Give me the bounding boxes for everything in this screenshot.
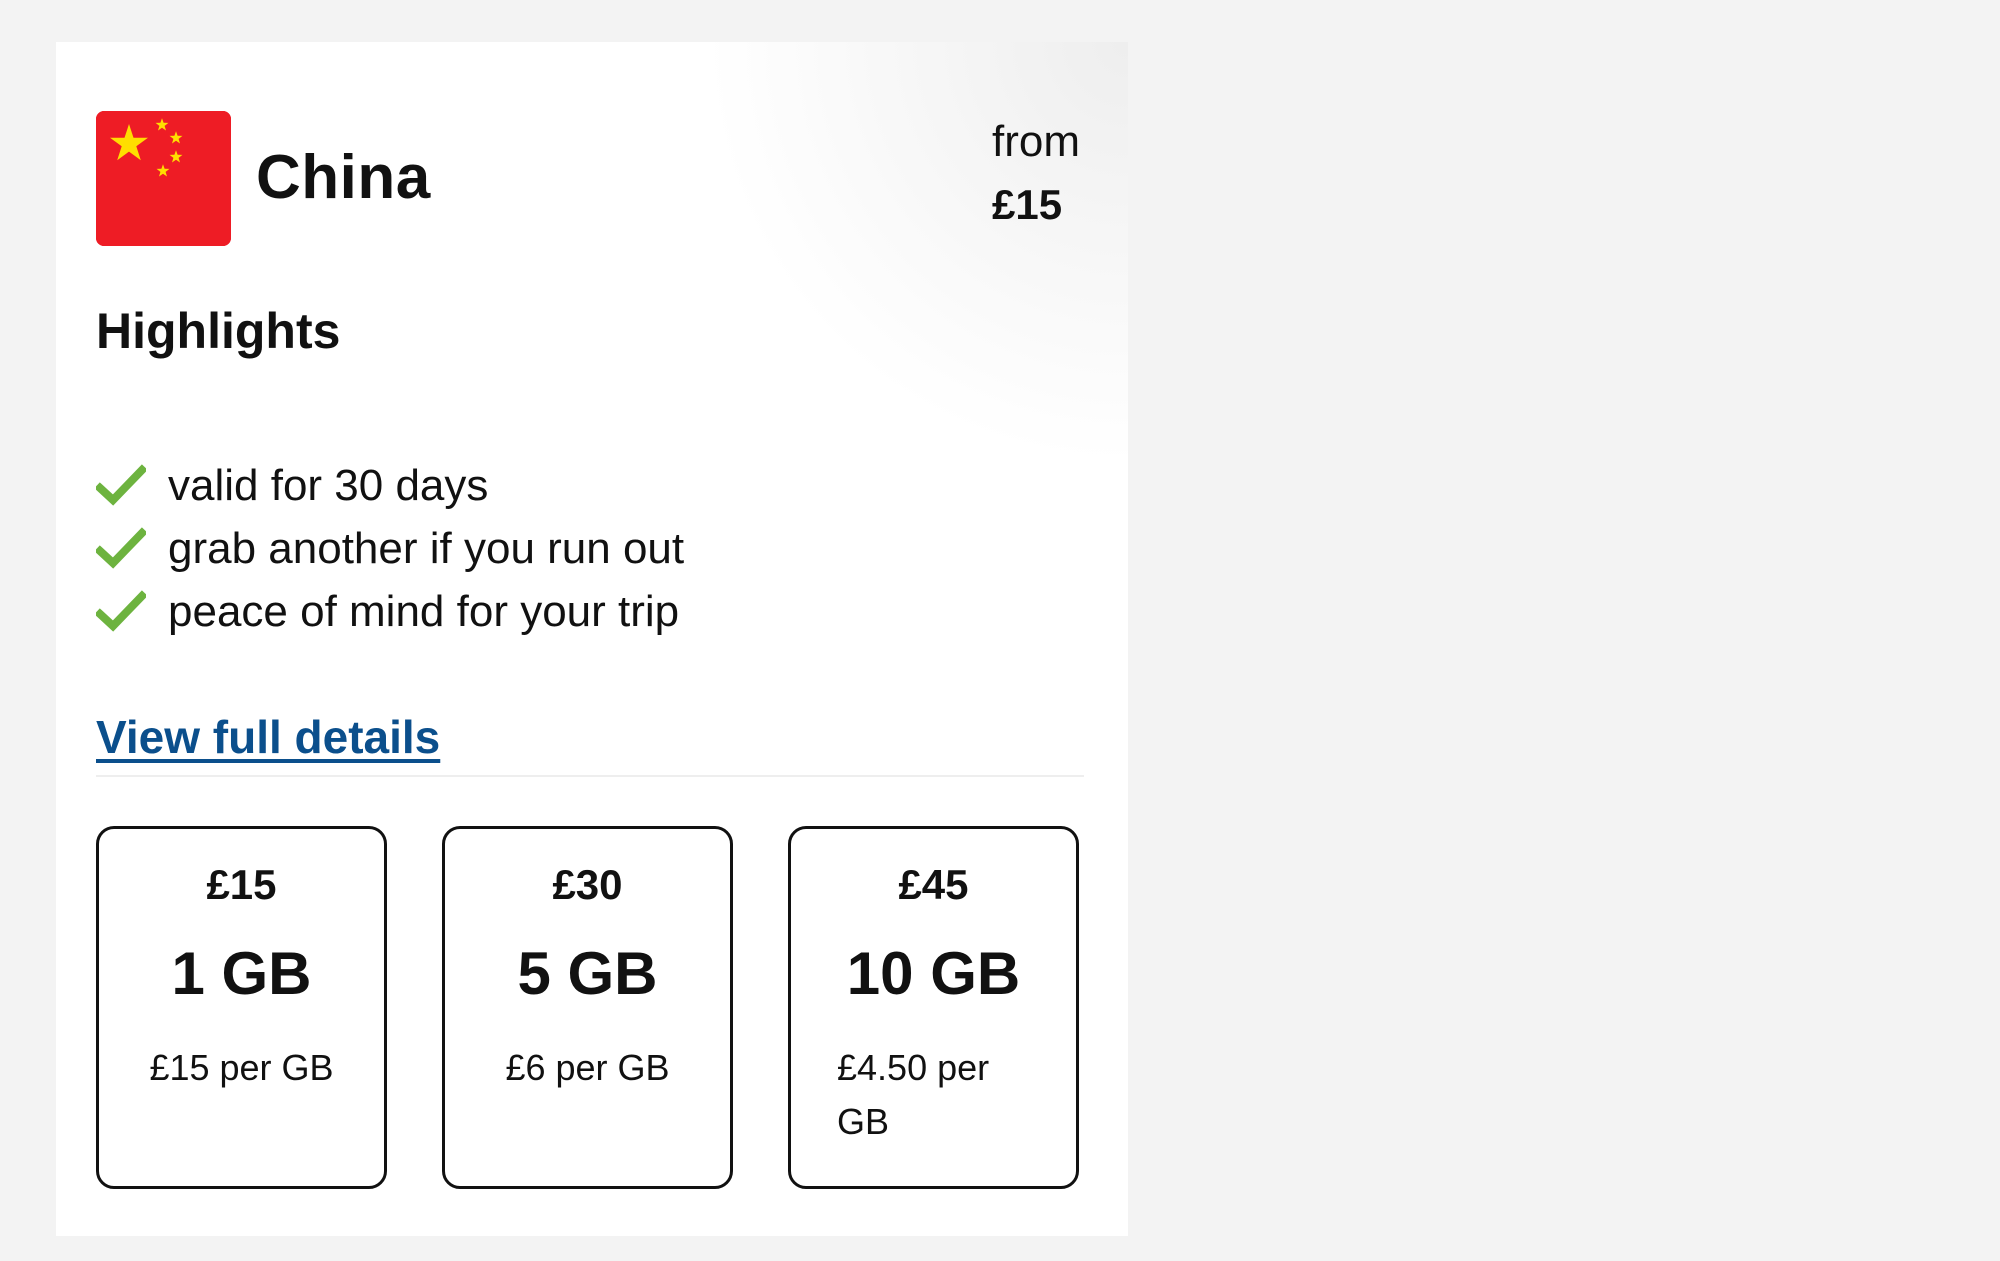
plan-data-amount: 10 GB: [846, 940, 1021, 1007]
plan-price: £15: [206, 861, 277, 908]
highlights-title: Highlights: [96, 303, 341, 359]
plan-option-10gb[interactable]: £45 10 GB £4.50 per GB: [788, 826, 1079, 1189]
highlights-list: valid for 30 days grab another if you ru…: [96, 454, 684, 643]
plan-price-per-gb: £6 per GB: [505, 1047, 670, 1088]
plan-price-per-gb: £4.50 per GB: [837, 1047, 990, 1142]
green-check-icon: [96, 589, 146, 632]
plan-price: £30: [552, 861, 623, 908]
green-check-icon: [96, 526, 146, 569]
country-plan-card: China from £15 Highlights valid for 30 d…: [56, 42, 1128, 1236]
plan-price: £45: [898, 861, 969, 908]
highlight-item: valid for 30 days: [96, 454, 684, 517]
highlight-text: peace of mind for your trip: [168, 586, 680, 636]
from-label: from: [992, 117, 1080, 166]
from-price: £15: [992, 181, 1063, 228]
plan-data-amount: 5 GB: [517, 940, 658, 1007]
plan-data-amount: 1 GB: [171, 940, 312, 1007]
view-full-details-link[interactable]: View full details: [96, 710, 440, 764]
highlight-text: valid for 30 days: [168, 460, 489, 510]
price-from: from £15: [992, 117, 1080, 229]
highlight-item: peace of mind for your trip: [96, 580, 684, 643]
plan-option-5gb[interactable]: £30 5 GB £6 per GB: [442, 826, 733, 1189]
plan-option-1gb[interactable]: £15 1 GB £15 per GB: [96, 826, 387, 1189]
plan-price-per-gb: £15 per GB: [149, 1047, 334, 1088]
country-name: China: [256, 143, 431, 212]
divider: [96, 775, 1084, 777]
green-check-icon: [96, 463, 146, 506]
highlight-text: grab another if you run out: [168, 523, 685, 573]
highlight-item: grab another if you run out: [96, 517, 684, 580]
china-flag-icon: [96, 111, 231, 246]
